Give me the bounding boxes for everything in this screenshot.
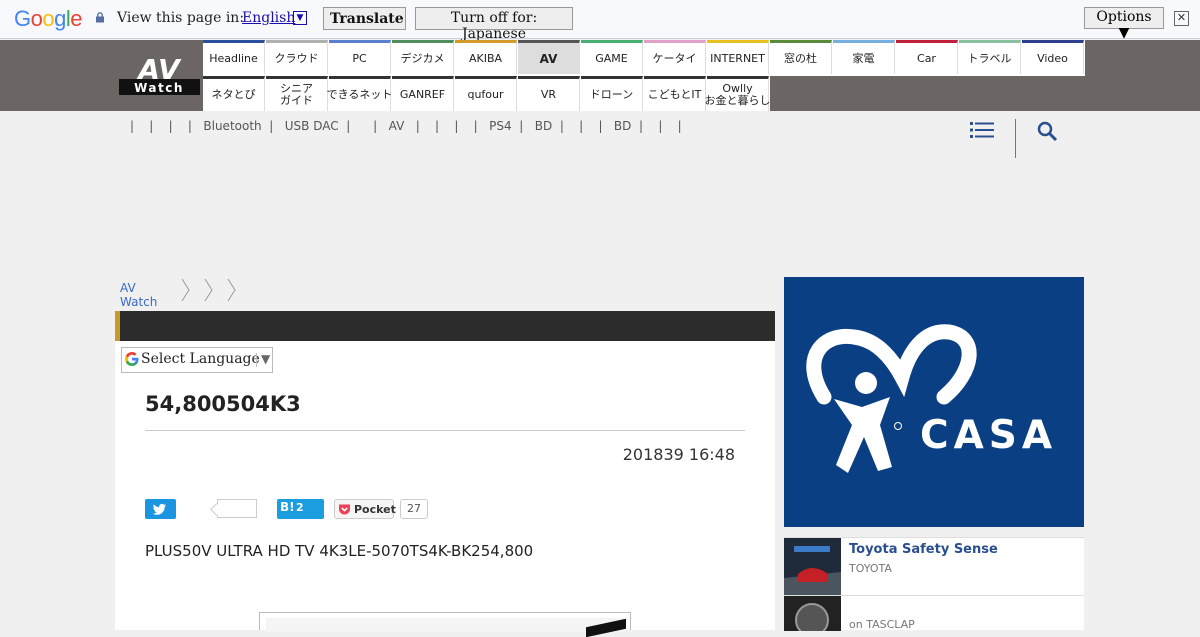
hatena-count: 2 bbox=[296, 501, 304, 514]
nav-item[interactable]: クラウド bbox=[266, 40, 328, 74]
header-divider bbox=[1015, 119, 1016, 158]
turn-off-button[interactable]: Turn off for: Japanese bbox=[415, 7, 573, 42]
article-header-accent bbox=[115, 311, 120, 341]
nav-item-secondary[interactable]: シニア ガイド bbox=[266, 76, 328, 111]
title-divider bbox=[145, 430, 745, 431]
nav-item[interactable]: INTERNET bbox=[707, 40, 769, 74]
casa-ad[interactable]: CASA bbox=[784, 277, 1084, 527]
lock-icon bbox=[96, 12, 104, 23]
chevron-down-icon: ▼ bbox=[261, 352, 271, 366]
pocket-label: Pocket bbox=[354, 503, 396, 516]
nav-item[interactable]: 家電 bbox=[833, 40, 895, 74]
options-button[interactable]: Options ▼ bbox=[1084, 7, 1164, 41]
select-language-label: Select Language bbox=[141, 351, 260, 367]
language-dropdown-icon[interactable]: ▼ bbox=[293, 11, 307, 25]
language-link[interactable]: English bbox=[242, 10, 295, 26]
sub-nav[interactable]: | | | | Bluetooth | USB DAC | | AV | | |… bbox=[130, 119, 682, 133]
nav-item[interactable]: GAME bbox=[581, 40, 643, 74]
twitter-share-button[interactable] bbox=[145, 499, 176, 519]
nav-item-secondary[interactable]: qufour bbox=[455, 76, 517, 111]
breadcrumb-chevron-icon bbox=[181, 278, 190, 302]
toyota-thumbnail bbox=[784, 538, 841, 595]
sidebar-item-title: Toyota Safety Sense bbox=[849, 542, 998, 557]
google-g-icon bbox=[125, 352, 139, 366]
nav-item[interactable]: デジカメ bbox=[392, 40, 454, 74]
sidebar-item[interactable]: on TASCLAP bbox=[784, 595, 1084, 631]
hatena-bookmark-button[interactable]: B! 2 bbox=[277, 499, 324, 519]
casa-heart-logo bbox=[806, 324, 977, 473]
nav-item[interactable]: 窓の杜 bbox=[770, 40, 832, 74]
breadcrumb-chevron-icon bbox=[227, 278, 236, 302]
nav-item[interactable]: AV bbox=[518, 40, 580, 74]
nav-item[interactable]: Video bbox=[1022, 40, 1084, 74]
nav-item[interactable]: トラベル bbox=[959, 40, 1021, 74]
nav-item-secondary[interactable]: こどもとIT bbox=[644, 76, 706, 111]
article-body: PLUS50V ULTRA HD TV 4K3LE-5070TS4K-BK254… bbox=[145, 542, 534, 560]
hatena-label: B! bbox=[280, 500, 295, 514]
translate-button[interactable]: Translate bbox=[323, 7, 406, 30]
article-title: 54,800504K3 bbox=[145, 392, 301, 416]
pocket-icon bbox=[339, 504, 350, 515]
article-date: 201839 16:48 bbox=[622, 445, 735, 464]
nav-item-secondary[interactable]: できるネット bbox=[327, 76, 392, 111]
category-nav: Headline クラウド PC デジカメ AKIBA AV GAME ケータイ INTERNE… bbox=[203, 40, 1085, 111]
pocket-button[interactable]: Pocket bbox=[334, 499, 396, 519]
nav-item[interactable]: Car bbox=[896, 40, 958, 74]
article-panel: Select Language ▼ 54,800504K3 201839 16:… bbox=[115, 311, 775, 637]
breadcrumb-chevron-icon bbox=[204, 278, 213, 302]
breadcrumb-home[interactable]: AV Watch bbox=[120, 281, 157, 309]
nav-item[interactable]: ケータイ bbox=[644, 40, 706, 74]
av-watch-logo[interactable]: AV Watch bbox=[119, 52, 200, 95]
translate-bar: Google View this page in: English ▼ Tran… bbox=[0, 0, 1200, 42]
product-image[interactable] bbox=[259, 612, 631, 637]
nav-item-secondary[interactable]: VR bbox=[518, 76, 580, 111]
sidebar-item-source: TOYOTA bbox=[849, 562, 892, 575]
select-language-dropdown[interactable]: Select Language ▼ bbox=[121, 347, 273, 373]
nav-item[interactable]: AKIBA bbox=[455, 40, 517, 74]
nav-item-secondary[interactable]: ネタとぴ bbox=[203, 76, 265, 111]
ad-brand: CASA bbox=[920, 413, 1058, 458]
nav-item-secondary[interactable]: ドローン bbox=[581, 76, 643, 111]
menu-list-icon[interactable] bbox=[970, 120, 994, 140]
nav-item-secondary[interactable]: Owlly お金と暮らし bbox=[705, 76, 771, 111]
watch-thumbnail bbox=[784, 596, 841, 631]
sidebar-item-source: on TASCLAP bbox=[849, 618, 915, 631]
article-header-bar bbox=[115, 311, 775, 341]
close-icon[interactable]: ✕ bbox=[1174, 11, 1189, 26]
nav-empty-area bbox=[770, 76, 1085, 111]
select-divider bbox=[256, 353, 257, 367]
nav-item[interactable]: Headline bbox=[203, 40, 265, 74]
twitter-bird-icon bbox=[152, 503, 166, 515]
nav-item-secondary[interactable]: GANREF bbox=[392, 76, 454, 111]
google-logo: Google bbox=[14, 6, 83, 31]
logo-watch-text: Watch bbox=[134, 81, 184, 95]
sidebar-item[interactable]: Toyota Safety Sense TOYOTA bbox=[784, 537, 1084, 595]
translate-prompt: View this page in: bbox=[117, 10, 245, 26]
nav-item[interactable]: PC bbox=[329, 40, 391, 74]
share-count-bubble bbox=[217, 499, 257, 518]
search-icon[interactable] bbox=[1036, 120, 1060, 144]
pocket-count: 27 bbox=[400, 499, 428, 519]
